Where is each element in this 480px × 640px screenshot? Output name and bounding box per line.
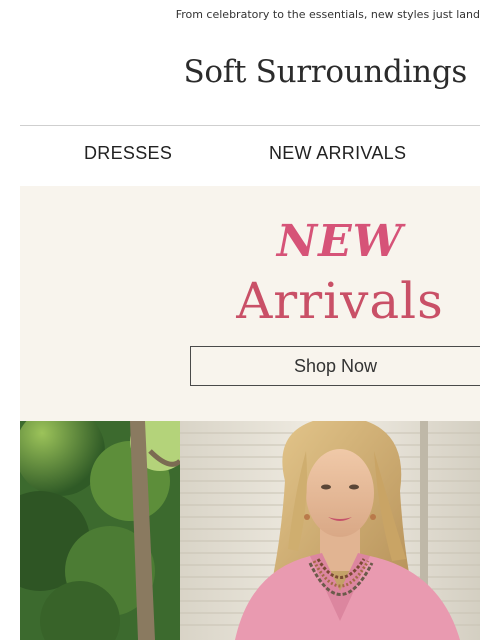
main-nav: DRESSES NEW ARRIVALS: [0, 143, 480, 171]
hero-photo-image: [20, 421, 480, 640]
hero-headline: Arrivals: [236, 272, 444, 330]
header-divider: [20, 125, 480, 126]
hero-headline-accent: NEW: [276, 216, 404, 267]
shop-now-button[interactable]: Shop Now: [190, 346, 480, 386]
preheader-text: From celebratory to the essentials, new …: [175, 8, 480, 21]
nav-item-dresses[interactable]: DRESSES: [84, 143, 172, 164]
hero-banner: NEW Arrivals Shop Now: [20, 186, 480, 421]
hero-photo[interactable]: [20, 421, 480, 640]
nav-item-new-arrivals[interactable]: NEW ARRIVALS: [269, 143, 406, 164]
brand-logo[interactable]: Soft Surroundings: [0, 54, 468, 90]
